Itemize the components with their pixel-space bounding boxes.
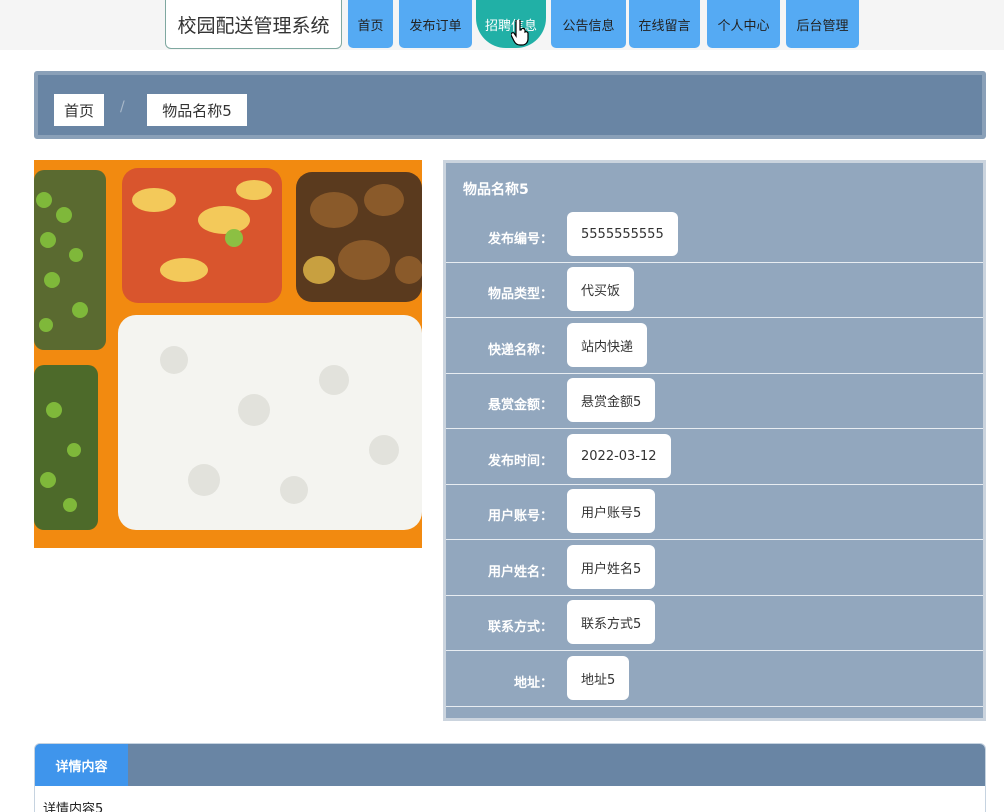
- field-value: 用户姓名5: [567, 545, 656, 589]
- breadcrumb-current: 物品名称5: [147, 94, 247, 126]
- field-row-reward-amount: 悬赏金额： 悬赏金额5: [446, 374, 983, 429]
- field-value: 站内快递: [567, 323, 648, 367]
- top-navbar: 校园配送管理系统 首页 发布订单 招聘信息 公告信息 在线留言 个人中心 后台管…: [0, 0, 1004, 50]
- nav-item-publish-order[interactable]: 发布订单: [399, 0, 472, 48]
- field-row-user-name: 用户姓名： 用户姓名5: [446, 541, 983, 596]
- nav-item-home[interactable]: 首页: [348, 0, 393, 48]
- detail-tab-bar: 详情内容: [35, 744, 985, 786]
- item-title: 物品名称5: [463, 182, 529, 198]
- nav-item-admin[interactable]: 后台管理: [786, 0, 859, 48]
- field-row-user-account: 用户账号： 用户账号5: [446, 485, 983, 540]
- field-label: 用户账号：: [487, 509, 553, 524]
- field-label: 发布时间：: [487, 454, 553, 469]
- breadcrumb-home[interactable]: 首页: [54, 94, 104, 126]
- field-label: 悬赏金额：: [487, 398, 553, 413]
- field-value: 悬赏金额5: [567, 378, 656, 422]
- breadcrumb-separator: /: [120, 99, 125, 115]
- field-value: 联系方式5: [567, 600, 656, 644]
- site-title: 校园配送管理系统: [165, 0, 342, 49]
- field-row-publish-time: 发布时间： 2022-03-12: [446, 430, 983, 485]
- field-value: 用户账号5: [567, 489, 656, 533]
- field-label: 用户姓名：: [487, 565, 553, 580]
- product-image: [34, 160, 422, 548]
- nav-item-personal-center[interactable]: 个人中心: [707, 0, 780, 48]
- field-label: 发布编号：: [487, 232, 553, 247]
- field-row-contact: 联系方式： 联系方式5: [446, 596, 983, 651]
- field-value: 地址5: [567, 656, 630, 700]
- detail-panel: 物品名称5 发布编号： 5555555555 物品类型： 代买饭 快递名称： 站…: [443, 160, 986, 721]
- field-label: 地址：: [513, 676, 553, 691]
- hand-cursor-icon: [511, 20, 529, 46]
- detail-content-text: 详情内容5: [43, 802, 104, 812]
- field-value: 代买饭: [567, 267, 635, 311]
- field-row-courier-name: 快递名称： 站内快递: [446, 319, 983, 374]
- field-label: 物品类型：: [487, 287, 553, 302]
- breadcrumb: 首页 / 物品名称5: [34, 71, 986, 139]
- field-row-address: 地址： 地址5: [446, 652, 983, 707]
- field-value: 5555555555: [567, 212, 678, 256]
- field-row-publish-no: 发布编号： 5555555555: [446, 208, 983, 263]
- nav-item-announcements[interactable]: 公告信息: [551, 0, 626, 48]
- tab-detail-content[interactable]: 详情内容: [35, 744, 128, 786]
- nav-item-messages[interactable]: 在线留言: [629, 0, 700, 48]
- detail-content-section: 详情内容 详情内容5: [34, 743, 986, 812]
- field-value: 2022-03-12: [567, 434, 671, 478]
- field-row-item-type: 物品类型： 代买饭: [446, 263, 983, 318]
- field-label: 快递名称：: [487, 343, 553, 358]
- field-label: 联系方式：: [487, 620, 553, 635]
